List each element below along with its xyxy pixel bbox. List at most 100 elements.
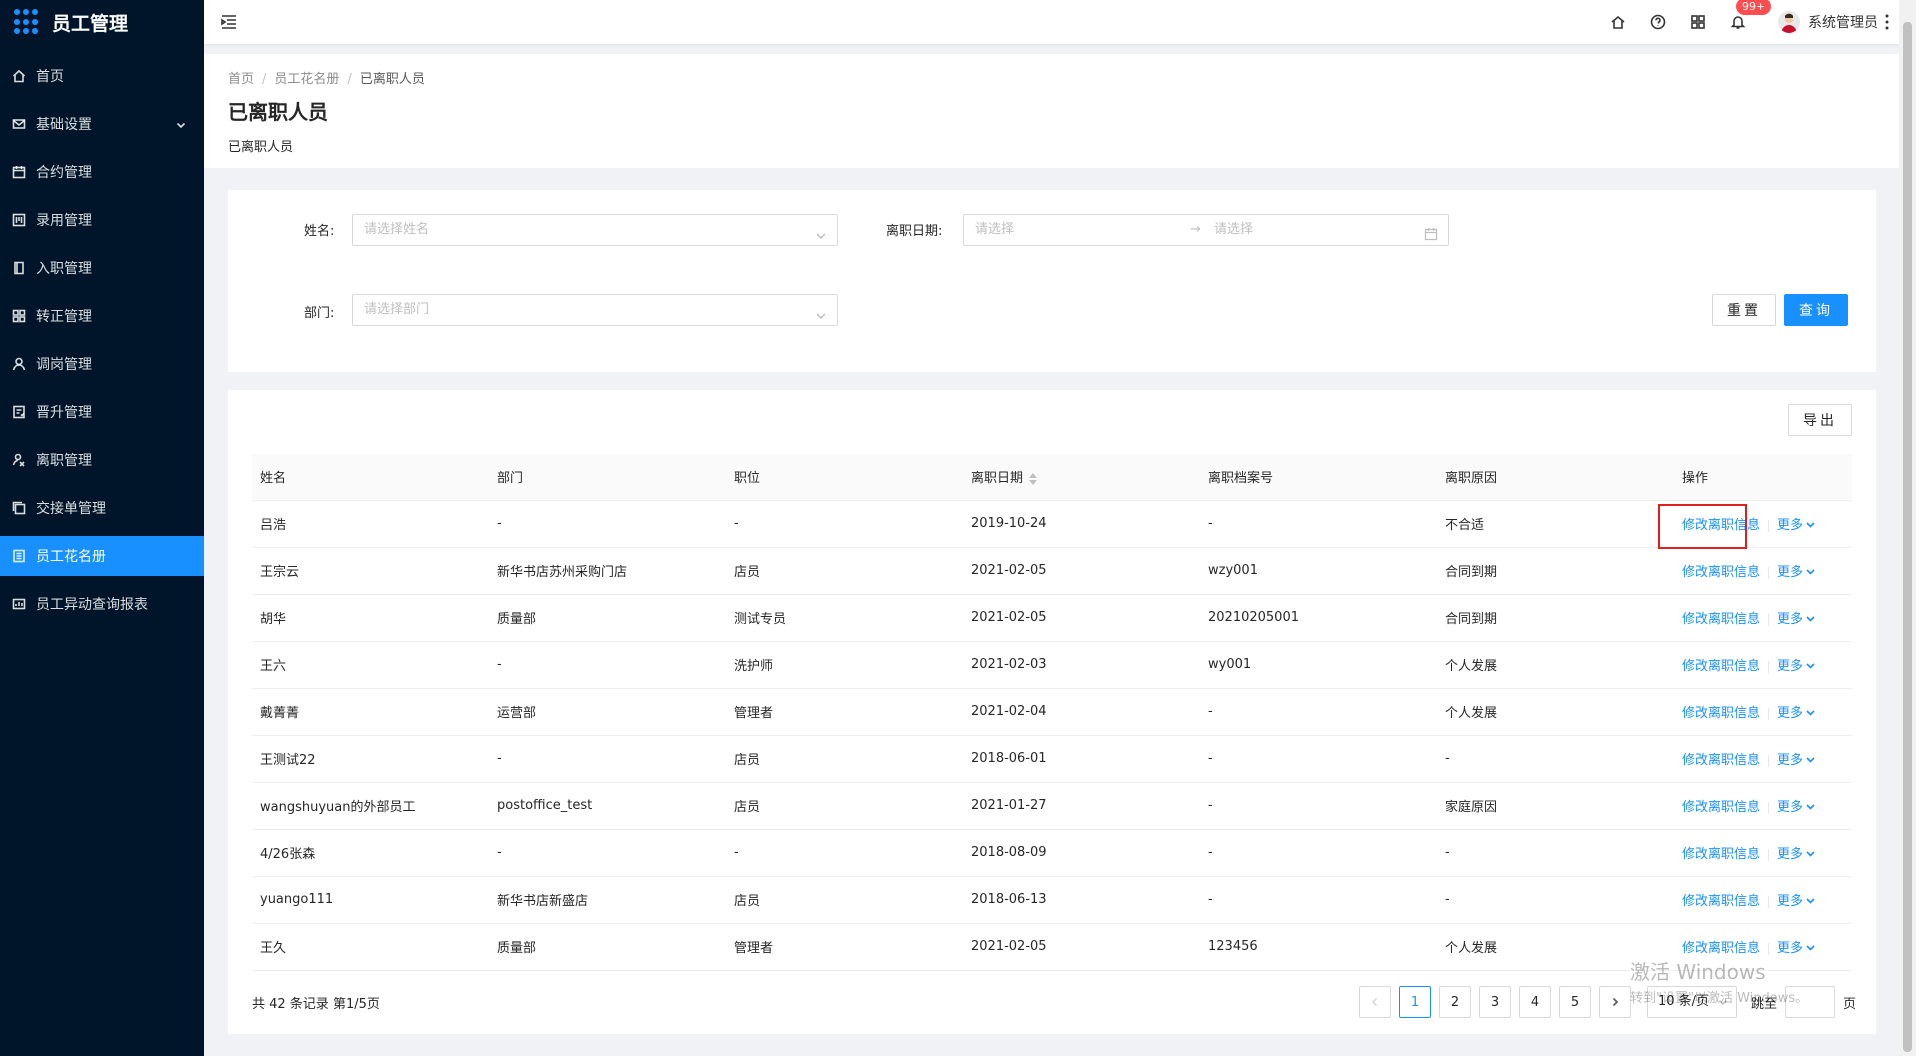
edit-resign-info-link[interactable]: 修改离职信息 <box>1682 659 1760 674</box>
table-header-row: 姓名 部门 职位 离职日期 离职档案号 离职原因 操作 <box>252 454 1852 501</box>
cell-leave-date: 2021-01-27 <box>963 782 1200 830</box>
action-divider <box>1768 519 1770 532</box>
edit-resign-info-link[interactable]: 修改离职信息 <box>1682 612 1760 627</box>
more-actions-dropdown[interactable]: 更多 <box>1777 659 1815 674</box>
query-button[interactable]: 查询 <box>1784 294 1848 326</box>
prev-page-button[interactable] <box>1358 986 1391 1018</box>
action-divider <box>1768 801 1770 814</box>
chevron-down-icon <box>1806 945 1815 951</box>
action-divider <box>1768 942 1770 955</box>
sidebar-item-label: 基础设置 <box>36 117 92 133</box>
more-actions-dropdown[interactable]: 更多 <box>1777 847 1815 862</box>
scrollbar-thumb[interactable] <box>1903 22 1912 1052</box>
cell-reason: 个人发展 <box>1437 688 1674 736</box>
cell-leave-date: 2021-02-05 <box>963 923 1200 971</box>
sidebar-item-label: 首页 <box>36 69 64 85</box>
more-actions-dropdown[interactable]: 更多 <box>1777 753 1815 768</box>
col-leave-date-label: 离职日期 <box>971 471 1024 487</box>
menu-fold-icon[interactable] <box>220 13 238 31</box>
more-actions-dropdown[interactable]: 更多 <box>1777 612 1815 627</box>
page-scrollbar[interactable] <box>1899 0 1916 1056</box>
jump-page-suffix: 页 <box>1842 996 1856 1012</box>
page-5[interactable]: 5 <box>1558 986 1591 1018</box>
more-actions-dropdown[interactable]: 更多 <box>1777 894 1815 909</box>
date-range-picker[interactable]: 请选择 → 请选择 <box>963 214 1449 246</box>
edit-resign-info-link[interactable]: 修改离职信息 <box>1682 706 1760 721</box>
more-label: 更多 <box>1777 612 1804 627</box>
sidebar-item-11[interactable]: 员工异动查询报表 <box>0 584 204 624</box>
cell-dept: 质量部 <box>489 923 726 971</box>
dept-select-placeholder: 请选择部门 <box>364 302 430 317</box>
edit-resign-info-link[interactable]: 修改离职信息 <box>1682 800 1760 815</box>
sidebar-item-10[interactable]: 员工花名册 <box>0 536 204 576</box>
table-row: 吕浩 - -2019-10-24- 不合适 修改离职信息 更多 <box>252 500 1852 548</box>
sidebar-item-5[interactable]: 转正管理 <box>0 296 204 336</box>
home-icon[interactable] <box>1610 14 1626 30</box>
kebab-menu-icon[interactable] <box>1885 13 1889 31</box>
more-actions-dropdown[interactable]: 更多 <box>1777 518 1815 533</box>
cell-file-no: - <box>1200 829 1437 877</box>
sidebar-item-2[interactable]: 合约管理 <box>0 152 204 192</box>
more-actions-dropdown[interactable]: 更多 <box>1777 706 1815 721</box>
edit-resign-info-link[interactable]: 修改离职信息 <box>1682 565 1760 580</box>
sidebar-item-4[interactable]: 入职管理 <box>0 248 204 288</box>
sidebar-item-1[interactable]: 基础设置 <box>0 104 204 144</box>
sidebar-item-3[interactable]: 录用管理 <box>0 200 204 240</box>
cell-actions: 修改离职信息 更多 <box>1674 688 1852 736</box>
page-1[interactable]: 1 <box>1398 986 1431 1018</box>
cell-position: 店员 <box>726 735 963 783</box>
edit-resign-info-link[interactable]: 修改离职信息 <box>1682 753 1760 768</box>
sidebar-item-7[interactable]: 晋升管理 <box>0 392 204 432</box>
col-leave-date[interactable]: 离职日期 <box>963 454 1200 501</box>
breadcrumb-home[interactable]: 首页 <box>228 72 254 87</box>
sidebar-item-0[interactable]: 首页 <box>0 56 204 96</box>
dept-select[interactable]: 请选择部门 <box>352 294 838 326</box>
sidebar-menu: 首页基础设置合约管理录用管理入职管理转正管理调岗管理晋升管理离职管理交接单管理员… <box>0 56 204 624</box>
date-start-input[interactable]: 请选择 <box>975 222 1014 237</box>
avatar[interactable] <box>1778 11 1800 33</box>
cell-reason: - <box>1437 735 1674 783</box>
cell-name: 王宗云 <box>252 547 489 595</box>
sidebar-item-label: 合约管理 <box>36 165 92 181</box>
app-logo[interactable]: 员工管理 <box>0 0 204 44</box>
cell-name: wangshuyuan的外部员工 <box>252 782 489 830</box>
help-icon[interactable] <box>1650 14 1666 30</box>
table-row: yuango111 新华书店新盛店 店员 2018-06-13- - 修改离职信息 更多 <box>252 876 1852 924</box>
more-actions-dropdown[interactable]: 更多 <box>1777 800 1815 815</box>
more-label: 更多 <box>1777 941 1804 956</box>
bell-icon[interactable]: 99+ <box>1730 0 1772 30</box>
more-actions-dropdown[interactable]: 更多 <box>1777 941 1815 956</box>
page-subtitle: 已离职人员 <box>228 140 294 155</box>
cell-file-no: wy001 <box>1200 641 1437 689</box>
page-2[interactable]: 2 <box>1438 986 1471 1018</box>
chevron-down-icon <box>1806 804 1815 810</box>
edit-resign-info-link[interactable]: 修改离职信息 <box>1682 847 1760 862</box>
page-3[interactable]: 3 <box>1478 986 1511 1018</box>
sort-icon[interactable] <box>1029 472 1038 485</box>
table-row: 王久 质量部 管理者 2021-02-05 123456 个人发展 修改离职信息 更多 <box>252 923 1852 971</box>
date-filter-label: 离职日期: <box>886 224 943 239</box>
cell-file-no: - <box>1200 688 1437 736</box>
export-button[interactable]: 导出 <box>1788 404 1852 436</box>
apps-icon[interactable] <box>1690 14 1706 30</box>
more-label: 更多 <box>1777 753 1804 768</box>
breadcrumb-roster[interactable]: 员工花名册 <box>274 72 339 87</box>
edit-resign-info-link[interactable]: 修改离职信息 <box>1682 941 1760 956</box>
more-label: 更多 <box>1777 518 1804 533</box>
sidebar-item-9[interactable]: 交接单管理 <box>0 488 204 528</box>
cell-file-no: - <box>1200 735 1437 783</box>
date-end-input[interactable]: 请选择 <box>1214 215 1253 245</box>
top-header: 99+ 系统管理员 <box>204 0 1916 44</box>
more-actions-dropdown[interactable]: 更多 <box>1777 565 1815 580</box>
page-4[interactable]: 4 <box>1518 986 1551 1018</box>
name-select[interactable]: 请选择姓名 <box>352 214 838 246</box>
notification-badge: 99+ <box>1736 0 1772 15</box>
sidebar-item-6[interactable]: 调岗管理 <box>0 344 204 384</box>
sidebar-item-8[interactable]: 离职管理 <box>0 440 204 480</box>
next-page-button[interactable] <box>1598 986 1631 1018</box>
user-name[interactable]: 系统管理员 <box>1808 12 1878 32</box>
cell-name: 王六 <box>252 641 489 689</box>
reset-button[interactable]: 重置 <box>1712 294 1776 326</box>
edit-resign-info-link[interactable]: 修改离职信息 <box>1682 894 1760 909</box>
table-panel: 导出 姓名 部门 职位 离职日期 离职档案号 离职原因 操作 吕浩 - -2019-… <box>228 390 1876 1034</box>
